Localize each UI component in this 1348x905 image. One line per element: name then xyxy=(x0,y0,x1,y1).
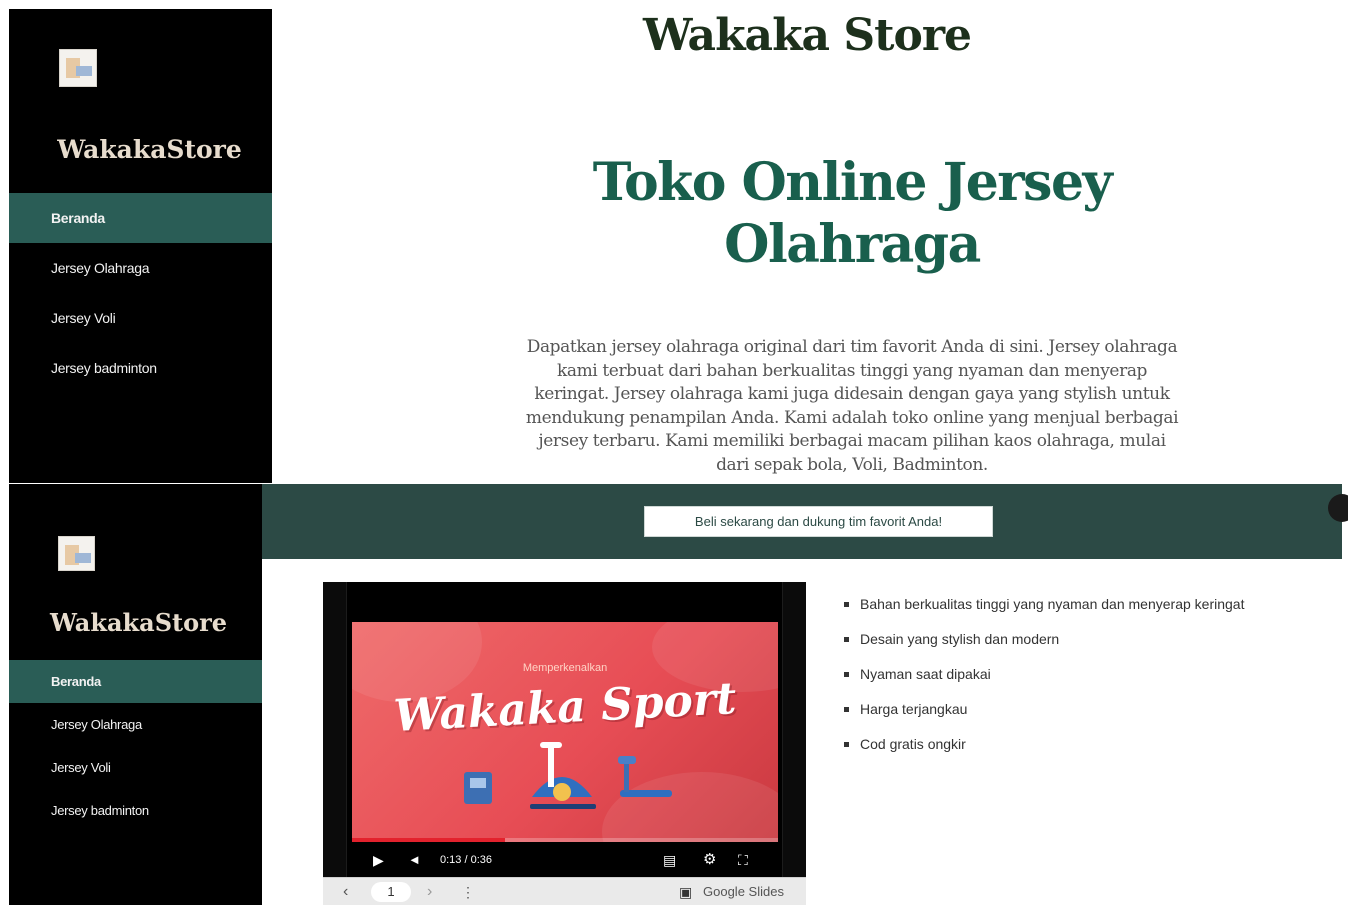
sidebar: WakakaStore Beranda Jersey Olahraga Jers… xyxy=(9,9,272,483)
store-title: Wakaka Store xyxy=(272,10,1342,61)
list-item: Harga terjangkau xyxy=(860,699,1244,734)
video-controls: ▶ ◄ 0:13 / 0:36 ▤ ⚙ ⛶ xyxy=(373,850,763,870)
player-bezel-left xyxy=(323,582,347,877)
more-icon[interactable]: ⋮ xyxy=(461,878,475,905)
volume-icon[interactable]: ◄ xyxy=(408,850,421,870)
video-progress-bar[interactable] xyxy=(352,838,778,842)
captions-icon[interactable]: ▤ xyxy=(663,850,676,870)
slides-icon: ▣ xyxy=(679,878,692,905)
hero-title-line1: Toko Online Jersey xyxy=(593,152,1112,213)
list-item: Bahan berkualitas tinggi yang nyaman dan… xyxy=(860,594,1244,629)
sidebar-item-jersey-voli[interactable]: Jersey Voli xyxy=(9,293,272,343)
fullscreen-icon[interactable]: ⛶ xyxy=(738,850,748,870)
sidebar-nav: Beranda Jersey Olahraga Jersey Voli Jers… xyxy=(9,193,272,393)
sidebar-lower: WakakaStore Beranda Jersey Olahraga Jers… xyxy=(9,484,262,905)
slide-preview: Memperkenalkan Wakaka Sport xyxy=(352,622,778,842)
hero-description: Dapatkan jersey olahraga original dari t… xyxy=(522,336,1182,477)
provider-label[interactable]: Google Slides xyxy=(703,878,784,905)
list-item: Nyaman saat dipakai xyxy=(860,664,1244,699)
embedded-slides-player[interactable]: Memperkenalkan Wakaka Sport ▶ xyxy=(323,582,806,877)
next-icon[interactable]: › xyxy=(427,878,432,905)
treadmill-icon xyxy=(618,756,672,797)
hero-title-line2: Olahraga xyxy=(724,214,980,275)
sidebar-item-jersey-badminton[interactable]: Jersey badminton xyxy=(9,343,272,393)
slide-page-number[interactable]: 1 xyxy=(371,882,411,902)
sidebar-item-jersey-olahraga[interactable]: Jersey Olahraga xyxy=(9,703,262,746)
scale-icon xyxy=(464,772,492,804)
sidebar-item-beranda[interactable]: Beranda xyxy=(9,660,262,703)
logo[interactable] xyxy=(59,49,97,87)
list-item: Desain yang stylish dan modern xyxy=(860,629,1244,664)
sidebar-item-jersey-voli[interactable]: Jersey Voli xyxy=(9,746,262,789)
sidebar-nav: Beranda Jersey Olahraga Jersey Voli Jers… xyxy=(9,660,262,832)
list-item: Cod gratis ongkir xyxy=(860,734,1244,769)
fitness-illustration xyxy=(352,622,778,842)
brand-name: WakakaStore xyxy=(12,608,265,637)
prev-icon[interactable]: ‹ xyxy=(343,878,348,905)
sidebar-item-jersey-olahraga[interactable]: Jersey Olahraga xyxy=(9,243,272,293)
exercise-bike-icon xyxy=(530,742,596,809)
video-progress-fill xyxy=(352,838,505,842)
settings-icon[interactable]: ⚙ xyxy=(703,850,716,870)
logo[interactable] xyxy=(58,536,95,571)
cta-banner: Beli sekarang dan dukung tim favorit And… xyxy=(262,484,1342,559)
scroll-handle[interactable] xyxy=(1328,494,1348,522)
brand-name: WakakaStore xyxy=(18,135,281,164)
slides-toolbar: ‹ 1 › ⋮ ▣ Google Slides xyxy=(323,877,806,905)
play-icon[interactable]: ▶ xyxy=(373,850,384,870)
cta-button[interactable]: Beli sekarang dan dukung tim favorit And… xyxy=(644,506,993,537)
feature-list: Bahan berkualitas tinggi yang nyaman dan… xyxy=(860,594,1244,769)
video-time: 0:13 / 0:36 xyxy=(440,850,492,870)
sidebar-item-beranda[interactable]: Beranda xyxy=(9,193,272,243)
hero-title: Toko Online Jersey Olahraga xyxy=(592,152,1112,276)
player-bezel-right xyxy=(782,582,806,877)
sidebar-item-jersey-badminton[interactable]: Jersey badminton xyxy=(9,789,262,832)
